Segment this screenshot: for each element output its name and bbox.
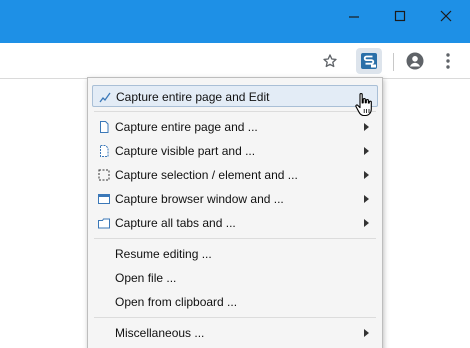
visible-part-icon <box>100 145 109 157</box>
capture-menu: Capture entire page and Edit Capture ent… <box>87 77 383 348</box>
submenu-arrow-icon <box>364 123 369 131</box>
close-button[interactable] <box>423 0 469 32</box>
selection-icon <box>98 169 110 181</box>
page-icon <box>100 121 109 133</box>
browser-toolbar <box>0 43 470 79</box>
menu-item-open-file[interactable]: Open file ... <box>92 267 378 289</box>
menu-separator <box>94 317 376 318</box>
minimize-button[interactable] <box>331 0 377 32</box>
maximize-button[interactable] <box>377 0 423 32</box>
menu-item-capture-visible[interactable]: Capture visible part and ... <box>92 140 378 162</box>
menu-item-label: Miscellaneous ... <box>115 326 205 340</box>
maximize-icon <box>394 10 406 22</box>
more-vert-icon <box>446 53 450 69</box>
menu-item-capture-entire-edit[interactable]: Capture entire page and Edit <box>92 85 378 107</box>
menu-item-label: Capture entire page and ... <box>115 120 258 134</box>
menu-item-label: Capture selection / element and ... <box>115 168 298 182</box>
menu-item-resume-editing[interactable]: Resume editing ... <box>92 243 378 265</box>
extension-icon <box>361 53 377 69</box>
menu-item-miscellaneous[interactable]: Miscellaneous ... <box>92 322 378 344</box>
account-button[interactable] <box>404 50 426 72</box>
menu-separator <box>94 111 376 112</box>
browser-window-icon <box>98 194 110 204</box>
menu-item-label: Open from clipboard ... <box>115 295 238 309</box>
menu-item-label: Capture entire page and Edit <box>116 90 270 104</box>
submenu-arrow-icon <box>364 219 369 227</box>
menu-item-open-clipboard[interactable]: Open from clipboard ... <box>92 291 378 313</box>
menu-item-capture-all-tabs[interactable]: Capture all tabs and ... <box>92 212 378 234</box>
all-tabs-icon <box>98 218 110 229</box>
menu-item-label: Resume editing ... <box>115 247 212 261</box>
edit-capture-icon <box>99 92 111 103</box>
more-menu-button[interactable] <box>437 50 459 72</box>
hand-cursor-icon <box>355 93 372 117</box>
window-titlebar <box>0 0 470 43</box>
submenu-arrow-icon <box>364 171 369 179</box>
close-icon <box>440 10 452 22</box>
submenu-arrow-icon <box>364 195 369 203</box>
menu-item-label: Capture visible part and ... <box>115 144 256 158</box>
account-icon <box>406 52 424 70</box>
menu-item-label: Capture all tabs and ... <box>115 216 236 230</box>
menu-item-capture-selection[interactable]: Capture selection / element and ... <box>92 164 378 186</box>
bookmark-star-button[interactable] <box>319 50 341 72</box>
submenu-arrow-icon <box>364 147 369 155</box>
extension-button[interactable] <box>356 48 382 74</box>
menu-item-capture-browser-window[interactable]: Capture browser window and ... <box>92 188 378 210</box>
submenu-arrow-icon <box>364 329 369 337</box>
toolbar-separator <box>393 53 394 71</box>
menu-separator <box>94 238 376 239</box>
star-icon <box>323 54 337 68</box>
minimize-icon <box>349 16 359 18</box>
menu-item-capture-entire[interactable]: Capture entire page and ... <box>92 116 378 138</box>
menu-item-label: Capture browser window and ... <box>115 192 284 206</box>
menu-item-label: Open file ... <box>115 271 177 285</box>
